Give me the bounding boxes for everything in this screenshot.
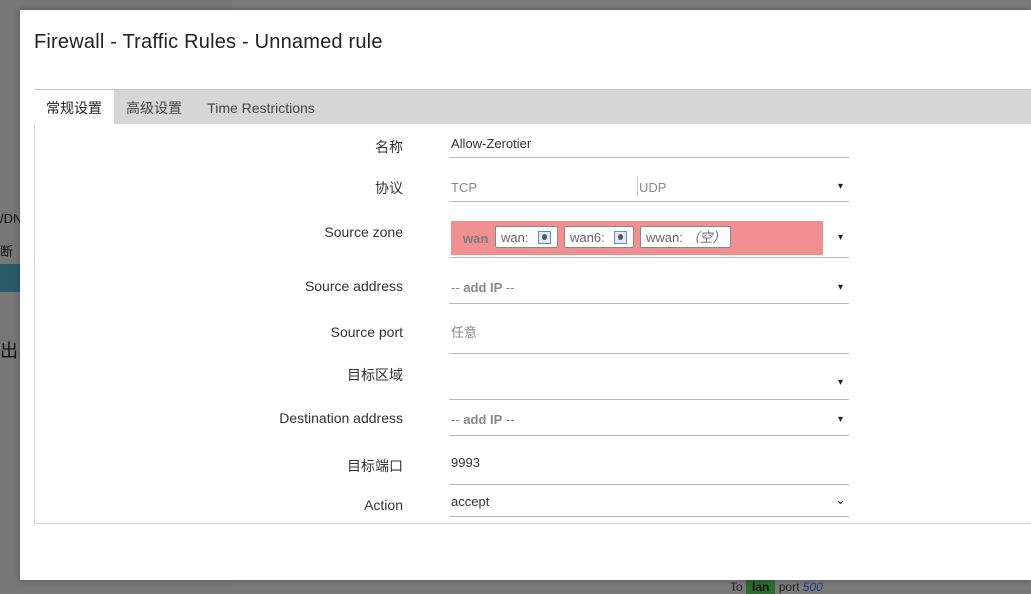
background-port-value: 500 bbox=[802, 580, 823, 594]
name-input[interactable]: Allow-Zerotier bbox=[449, 136, 849, 158]
source-zone-select[interactable]: wan wan: wan6: wwan: （空） ▾ bbox=[449, 217, 849, 258]
network-interface-icon bbox=[538, 231, 551, 244]
background-port-label: port bbox=[778, 580, 800, 594]
tab-time-restrictions[interactable]: Time Restrictions bbox=[194, 90, 328, 125]
protocol-option-tcp[interactable]: TCP bbox=[451, 180, 477, 195]
dialog-title: Firewall - Traffic Rules - Unnamed rule bbox=[34, 31, 383, 53]
dropdown-arrow-icon[interactable]: ▾ bbox=[838, 377, 843, 388]
dest-port-input[interactable]: 9993 bbox=[449, 455, 849, 485]
action-value: accept bbox=[451, 494, 490, 509]
source-address-label: Source address bbox=[304, 278, 403, 294]
protocol-select[interactable]: TCP UDP ▾ bbox=[449, 176, 849, 202]
action-label: Action bbox=[364, 497, 403, 513]
action-select[interactable]: accept ⌄ bbox=[449, 492, 849, 517]
dest-address-select[interactable]: -- add IP -- ▾ bbox=[449, 407, 849, 436]
source-port-placeholder: 任意 bbox=[451, 325, 478, 340]
chip-label: wan: bbox=[501, 230, 529, 245]
dropdown-arrow-icon[interactable]: ▾ bbox=[838, 181, 843, 192]
dest-address-label: Destination address bbox=[279, 410, 403, 426]
background-text: 出 bbox=[0, 341, 18, 361]
name-value: Allow-Zerotier bbox=[451, 136, 532, 151]
source-zone-label: Source zone bbox=[324, 224, 403, 240]
zone-chip-wan: wan: bbox=[495, 226, 558, 248]
network-interface-icon bbox=[614, 231, 627, 244]
background-rule-summary: To lan port 500 bbox=[730, 580, 823, 594]
zone-name: wan bbox=[463, 231, 489, 246]
dest-zone-label: 目标区域 bbox=[347, 367, 403, 383]
protocol-option-udp[interactable]: UDP bbox=[639, 180, 666, 195]
dropdown-arrow-icon[interactable]: ▾ bbox=[838, 232, 843, 243]
name-label: 名称 bbox=[375, 139, 403, 155]
source-zone-selected[interactable]: wan wan: wan6: wwan: （空） bbox=[451, 221, 823, 255]
dropdown-arrow-icon[interactable]: ▾ bbox=[838, 414, 843, 425]
rule-dialog: Firewall - Traffic Rules - Unnamed rule … bbox=[20, 10, 1031, 580]
protocol-label: 协议 bbox=[375, 180, 403, 196]
chevron-down-icon[interactable]: ⌄ bbox=[835, 492, 846, 508]
background-text: 断 bbox=[0, 244, 14, 259]
source-port-label: Source port bbox=[330, 324, 403, 340]
tab-bar: 常规设置 高级设置 Time Restrictions bbox=[34, 89, 1031, 125]
dest-zone-select[interactable]: ▾ bbox=[449, 367, 849, 400]
add-ip-placeholder[interactable]: -- add IP -- bbox=[451, 412, 515, 427]
general-settings-panel: 名称 Allow-Zerotier 协议 TCP UDP ▾ Source zo… bbox=[34, 124, 1031, 524]
protocol-divider bbox=[637, 176, 638, 196]
source-address-select[interactable]: -- add IP -- ▾ bbox=[449, 275, 849, 304]
add-ip-placeholder[interactable]: -- add IP -- bbox=[451, 280, 515, 295]
chip-label: wwan: bbox=[646, 230, 683, 245]
zone-chip-wan6: wan6: bbox=[564, 226, 634, 248]
chip-empty-label: （空） bbox=[686, 230, 726, 245]
dest-port-value: 9993 bbox=[451, 455, 480, 470]
chip-label: wan6: bbox=[570, 230, 605, 245]
zone-chip-wwan: wwan: （空） bbox=[640, 226, 731, 248]
source-port-input[interactable]: 任意 bbox=[449, 322, 849, 354]
background-to-label: To bbox=[730, 580, 743, 594]
background-zone-badge: lan bbox=[746, 580, 776, 594]
tab-general[interactable]: 常规设置 bbox=[34, 90, 114, 125]
tab-advanced[interactable]: 高级设置 bbox=[114, 90, 194, 125]
background-strip bbox=[0, 264, 20, 292]
dropdown-arrow-icon[interactable]: ▾ bbox=[838, 282, 843, 293]
dest-port-label: 目标端口 bbox=[347, 458, 403, 474]
